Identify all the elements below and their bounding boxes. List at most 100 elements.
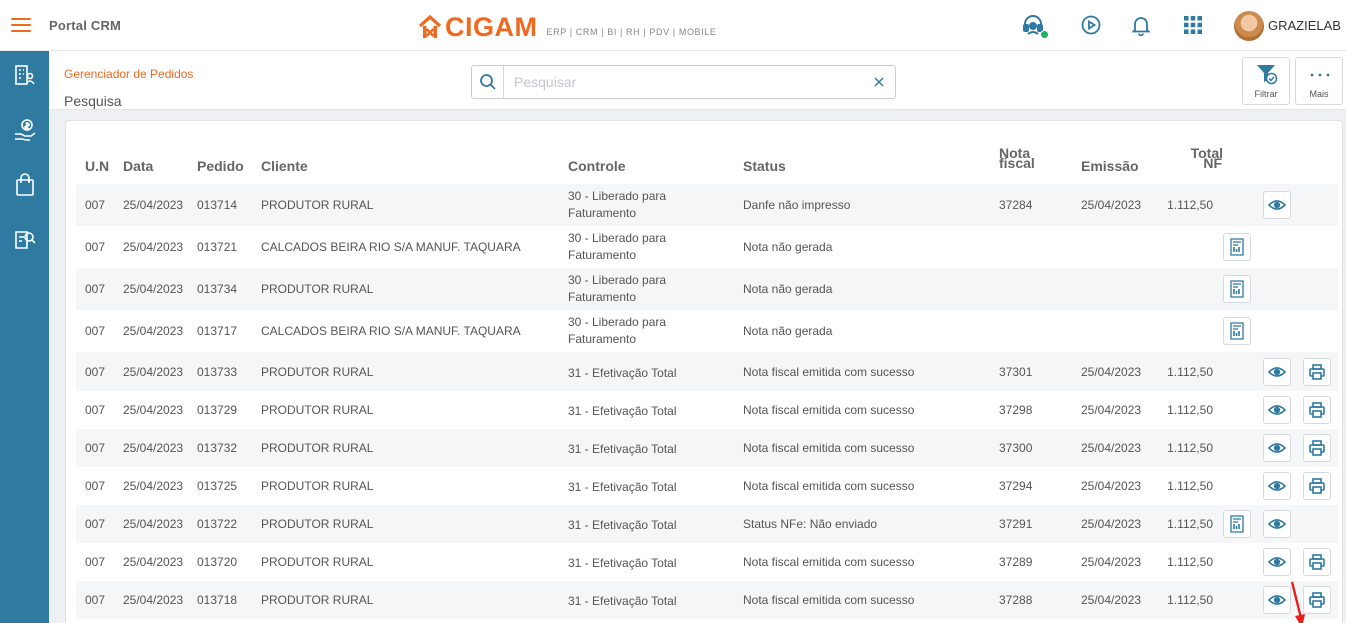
view-button[interactable] bbox=[1263, 191, 1291, 219]
bell-icon[interactable] bbox=[1128, 12, 1154, 38]
breadcrumb[interactable]: Gerenciador de Pedidos bbox=[64, 67, 193, 81]
col-header-cliente[interactable]: Cliente bbox=[261, 159, 308, 173]
col-header-nota-fiscal[interactable]: Nota fiscal bbox=[999, 146, 1035, 170]
search-icon[interactable] bbox=[472, 66, 504, 98]
cell-cliente: PRODUTOR RURAL bbox=[261, 198, 374, 212]
table-row[interactable]: 007 25/04/2023 013733 PRODUTOR RURAL 31 - Ef… bbox=[76, 352, 1338, 391]
sidebar bbox=[0, 51, 49, 623]
cell-un: 007 bbox=[85, 365, 106, 379]
eye-icon bbox=[1268, 366, 1286, 378]
document-search-icon[interactable] bbox=[13, 228, 37, 252]
generate-invoice-button[interactable] bbox=[1223, 275, 1251, 303]
cell-status: Nota não gerada bbox=[743, 324, 833, 338]
cell-pedido: 013722 bbox=[197, 517, 238, 531]
cell-data: 25/04/2023 bbox=[123, 365, 184, 379]
col-header-pedido[interactable]: Pedido bbox=[197, 159, 244, 173]
col-header-data[interactable]: Data bbox=[123, 159, 153, 173]
view-button[interactable] bbox=[1263, 358, 1291, 386]
cell-pedido: 013721 bbox=[197, 240, 238, 254]
page-title: Pesquisa bbox=[64, 93, 122, 109]
play-circle-icon[interactable] bbox=[1078, 12, 1104, 38]
cell-data: 25/04/2023 bbox=[123, 479, 184, 493]
cell-status: Nota fiscal emitida com sucesso bbox=[743, 555, 915, 569]
table-row[interactable]: 007 25/04/2023 013718 PRODUTOR RURAL 31 - Ef… bbox=[76, 581, 1338, 619]
table-row[interactable]: 007 25/04/2023 013721 CALCADOS BEIRA RIO S/… bbox=[76, 226, 1338, 268]
cell-data: 25/04/2023 bbox=[123, 517, 184, 531]
cell-data: 25/04/2023 bbox=[123, 403, 184, 417]
table-row[interactable]: 007 25/04/2023 013722 PRODUTOR RURAL 31 - Ef… bbox=[76, 505, 1338, 543]
cell-total-nf: 1.112,50 bbox=[1167, 441, 1213, 455]
cell-controle: 31 - Efetivação Total bbox=[568, 556, 677, 570]
cell-controle: 30 - Liberado para Faturamento bbox=[568, 231, 667, 262]
cell-un: 007 bbox=[85, 479, 106, 493]
table-row[interactable]: 007 25/04/2023 013729 PRODUTOR RURAL 31 - Ef… bbox=[76, 391, 1338, 429]
cell-pedido: 013733 bbox=[197, 365, 238, 379]
clear-search-icon[interactable] bbox=[872, 75, 886, 89]
building-user-icon[interactable] bbox=[13, 63, 37, 87]
generate-invoice-button[interactable] bbox=[1223, 233, 1251, 261]
cell-total-nf: 1.112,50 bbox=[1167, 555, 1213, 569]
generate-invoice-button[interactable] bbox=[1223, 510, 1251, 538]
view-button[interactable] bbox=[1263, 434, 1291, 462]
search-input[interactable] bbox=[514, 72, 854, 92]
hand-money-icon[interactable] bbox=[13, 118, 37, 142]
col-header-status[interactable]: Status bbox=[743, 159, 786, 173]
print-button[interactable] bbox=[1303, 434, 1331, 462]
eye-icon bbox=[1268, 442, 1286, 454]
cell-emissao: 25/04/2023 bbox=[1081, 593, 1142, 607]
cell-cliente: PRODUTOR RURAL bbox=[261, 479, 374, 493]
generate-invoice-button[interactable] bbox=[1223, 317, 1251, 345]
table-row[interactable]: 007 25/04/2023 013732 PRODUTOR RURAL 31 - Ef… bbox=[76, 429, 1338, 467]
printer-icon bbox=[1308, 477, 1326, 495]
print-button[interactable] bbox=[1303, 548, 1331, 576]
view-button[interactable] bbox=[1263, 510, 1291, 538]
view-button[interactable] bbox=[1263, 472, 1291, 500]
printer-icon bbox=[1308, 401, 1326, 419]
eye-icon bbox=[1268, 556, 1286, 568]
printer-icon bbox=[1308, 439, 1326, 457]
col-header-total-nf[interactable]: Total NF bbox=[1176, 146, 1223, 170]
cell-pedido: 013732 bbox=[197, 441, 238, 455]
cell-un: 007 bbox=[85, 403, 106, 417]
view-button[interactable] bbox=[1263, 396, 1291, 424]
table-row[interactable]: 007 25/04/2023 013725 PRODUTOR RURAL 31 - Ef… bbox=[76, 467, 1338, 505]
table-row[interactable]: 007 25/04/2023 013714 PRODUTOR RURAL 30 - Li… bbox=[76, 184, 1338, 226]
cell-pedido: 013729 bbox=[197, 403, 238, 417]
support-headset-icon[interactable] bbox=[1020, 12, 1049, 39]
cell-status: Nota fiscal emitida com sucesso bbox=[743, 403, 915, 417]
cell-nota-fiscal: 37301 bbox=[999, 365, 1033, 379]
more-button[interactable]: Mais bbox=[1295, 57, 1343, 105]
shopping-bag-icon[interactable] bbox=[13, 173, 37, 197]
cell-cliente: CALCADOS BEIRA RIO S/A MANUF. TAQUARA bbox=[261, 240, 521, 254]
apps-grid-icon[interactable] bbox=[1180, 12, 1206, 38]
col-header-controle[interactable]: Controle bbox=[568, 159, 626, 173]
table-row[interactable]: 007 25/04/2023 013734 PRODUTOR RURAL 30 - Li… bbox=[76, 268, 1338, 310]
cell-pedido: 013718 bbox=[197, 593, 238, 607]
table-row[interactable]: 007 25/04/2023 013720 PRODUTOR RURAL 31 - Ef… bbox=[76, 543, 1338, 581]
cell-total-nf: 1.112,50 bbox=[1167, 517, 1213, 531]
avatar[interactable] bbox=[1234, 11, 1264, 41]
cell-nota-fiscal: 37294 bbox=[999, 479, 1033, 493]
cell-status: Nota não gerada bbox=[743, 282, 833, 296]
col-header-un[interactable]: U.N bbox=[85, 159, 109, 173]
print-button[interactable] bbox=[1303, 358, 1331, 386]
cell-total-nf: 1.112,50 bbox=[1167, 479, 1213, 493]
cell-un: 007 bbox=[85, 198, 106, 212]
print-button[interactable] bbox=[1303, 396, 1331, 424]
col-header-emissao[interactable]: Emissão bbox=[1081, 159, 1139, 173]
cell-nota-fiscal: 37298 bbox=[999, 403, 1033, 417]
cell-cliente: PRODUTOR RURAL bbox=[261, 593, 374, 607]
cell-controle: 30 - Liberado para Faturamento bbox=[568, 315, 667, 346]
table-row[interactable]: 007 25/04/2023 013717 CALCADOS BEIRA RIO S/… bbox=[76, 310, 1338, 352]
username[interactable]: GRAZIELAB bbox=[1268, 18, 1341, 33]
print-button[interactable] bbox=[1303, 472, 1331, 500]
cell-pedido: 013714 bbox=[197, 198, 238, 212]
filter-button[interactable]: Filtrar bbox=[1242, 57, 1290, 105]
cell-status: Nota não gerada bbox=[743, 240, 833, 254]
view-button[interactable] bbox=[1263, 548, 1291, 576]
menu-icon[interactable] bbox=[11, 17, 31, 33]
cell-total-nf: 1.112,50 bbox=[1167, 403, 1213, 417]
cell-data: 25/04/2023 bbox=[123, 555, 184, 569]
app-title: Portal CRM bbox=[49, 18, 122, 33]
cell-controle: 31 - Efetivação Total bbox=[568, 442, 677, 456]
